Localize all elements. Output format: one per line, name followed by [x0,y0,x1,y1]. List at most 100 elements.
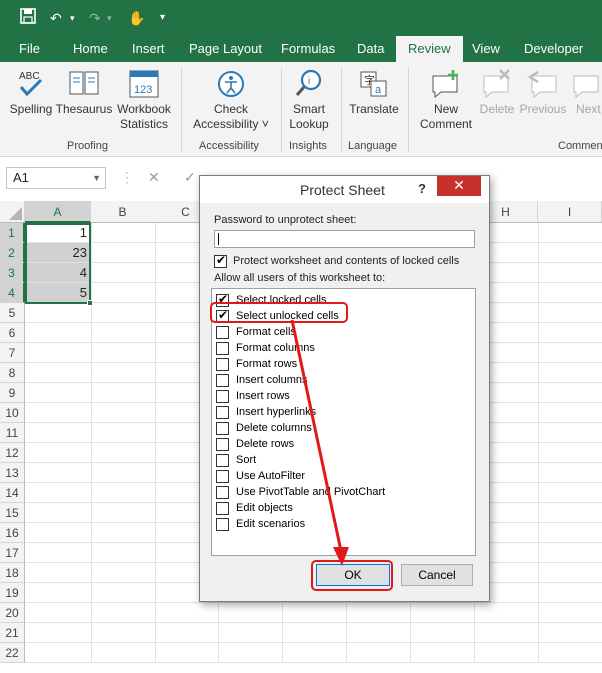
option-edit-scenarios[interactable]: Edit scenarios [216,517,471,533]
tab-home[interactable]: Home [73,36,108,62]
row-header-10[interactable]: 10 [0,403,25,423]
row-header-21[interactable]: 21 [0,623,25,643]
delete-comment-button[interactable]: Delete [476,68,518,117]
group-separator [341,68,342,152]
workbook-statistics-label-line2: Statistics [119,117,168,131]
help-icon[interactable]: ? [418,181,426,196]
row-header-16[interactable]: 16 [0,523,25,543]
option-checkbox[interactable] [216,454,229,467]
option-checkbox[interactable] [216,518,229,531]
option-checkbox[interactable] [216,422,229,435]
thesaurus-icon [67,68,101,100]
option-checkbox[interactable] [216,390,229,403]
row-header-12[interactable]: 12 [0,443,25,463]
option-insert-hyperlinks[interactable]: Insert hyperlinks [216,405,471,421]
option-checkbox[interactable] [216,358,229,371]
translate-button[interactable]: 字a Translate [347,68,401,117]
tab-developer[interactable]: Developer [524,36,583,62]
spelling-button[interactable]: ABC Spelling [8,68,54,117]
customize-toolbar-icon[interactable]: ▾ [160,8,165,28]
confirm-entry-icon[interactable]: ✓ [184,169,196,186]
close-icon[interactable]: ✕ [437,176,481,196]
tab-data[interactable]: Data [357,36,384,62]
option-insert-columns[interactable]: Insert columns [216,373,471,389]
option-checkbox[interactable] [216,502,229,515]
option-checkbox[interactable] [216,486,229,499]
row-header-22[interactable]: 22 [0,643,25,663]
permissions-list[interactable]: Select locked cellsSelect unlocked cells… [211,288,476,556]
tab-insert[interactable]: Insert [132,36,165,62]
row-header-9[interactable]: 9 [0,383,25,403]
cancel-entry-icon[interactable]: ✕ [148,169,160,186]
option-checkbox[interactable] [216,438,229,451]
row-header-6[interactable]: 6 [0,323,25,343]
name-box[interactable]: A1 ▼ [6,167,106,189]
option-use-pivottable-and-pivotchart[interactable]: Use PivotTable and PivotChart [216,485,471,501]
workbook-statistics-button[interactable]: 123 Workbook Statistics [114,68,174,132]
undo-dropdown-icon[interactable]: ▾ [70,8,75,28]
protect-worksheet-checkbox[interactable] [214,253,227,268]
delete-comment-label: Delete [479,102,515,116]
previous-comment-button[interactable]: Previous [518,68,568,117]
protect-worksheet-label: Protect worksheet and contents of locked… [233,255,460,267]
row-header-20[interactable]: 20 [0,603,25,623]
redo-icon[interactable]: ↷ [89,8,101,28]
check-accessibility-button[interactable]: Check Accessibility ˅ [188,68,274,132]
option-delete-rows[interactable]: Delete rows [216,437,471,453]
row-header-8[interactable]: 8 [0,363,25,383]
thesaurus-button[interactable]: Thesaurus [55,68,113,117]
undo-icon[interactable]: ↶ [50,8,62,28]
row-header-11[interactable]: 11 [0,423,25,443]
row-header-2[interactable]: 2 [0,243,25,263]
tab-view[interactable]: View [472,36,500,62]
option-format-rows[interactable]: Format rows [216,357,471,373]
next-comment-label: Next [576,102,601,116]
tab-review[interactable]: Review [396,36,463,62]
row-header-15[interactable]: 15 [0,503,25,523]
row-header-3[interactable]: 3 [0,263,25,283]
column-header-b[interactable]: B [91,201,155,223]
cancel-button[interactable]: Cancel [401,564,473,586]
option-checkbox[interactable] [216,374,229,387]
select-all-corner[interactable] [0,201,25,223]
option-edit-objects[interactable]: Edit objects [216,501,471,517]
option-format-cells[interactable]: Format cells [216,325,471,341]
row-header-19[interactable]: 19 [0,583,25,603]
touch-mode-icon[interactable]: ✋ [128,8,145,28]
option-sort[interactable]: Sort [216,453,471,469]
save-icon[interactable] [20,8,36,29]
option-format-columns[interactable]: Format columns [216,341,471,357]
tab-formulas[interactable]: Formulas [281,36,335,62]
protect-sheet-dialog: Protect Sheet ? ✕ Password to unprotect … [199,175,490,602]
tab-page-layout[interactable]: Page Layout [189,36,262,62]
option-checkbox[interactable] [216,326,229,339]
svg-text:a: a [375,84,382,96]
new-comment-button[interactable]: New Comment [414,68,478,132]
column-header-i[interactable]: I [538,201,602,223]
row-header-7[interactable]: 7 [0,343,25,363]
row-header-5[interactable]: 5 [0,303,25,323]
fill-handle[interactable] [87,300,93,306]
option-delete-columns[interactable]: Delete columns [216,421,471,437]
option-checkbox[interactable] [216,406,229,419]
row-header-14[interactable]: 14 [0,483,25,503]
check-accessibility-label-line2: Accessibility ˅ [193,117,269,131]
option-checkbox[interactable] [216,342,229,355]
column-header-a[interactable]: A [25,201,91,223]
row-header-1[interactable]: 1 [0,223,25,243]
tab-file[interactable]: File [19,36,40,62]
chevron-down-icon[interactable]: ▼ [92,168,101,188]
option-checkbox[interactable] [216,470,229,483]
redo-dropdown-icon[interactable]: ▾ [107,8,112,28]
smart-lookup-button[interactable]: i Smart Lookup [285,68,333,132]
password-field[interactable] [214,230,475,248]
selection-border [25,223,91,304]
row-header-18[interactable]: 18 [0,563,25,583]
option-use-autofilter[interactable]: Use AutoFilter [216,469,471,485]
row-header-4[interactable]: 4 [0,283,25,303]
gridline-horizontal [25,622,602,623]
option-insert-rows[interactable]: Insert rows [216,389,471,405]
row-header-13[interactable]: 13 [0,463,25,483]
next-comment-button[interactable]: Next [570,68,602,117]
row-header-17[interactable]: 17 [0,543,25,563]
